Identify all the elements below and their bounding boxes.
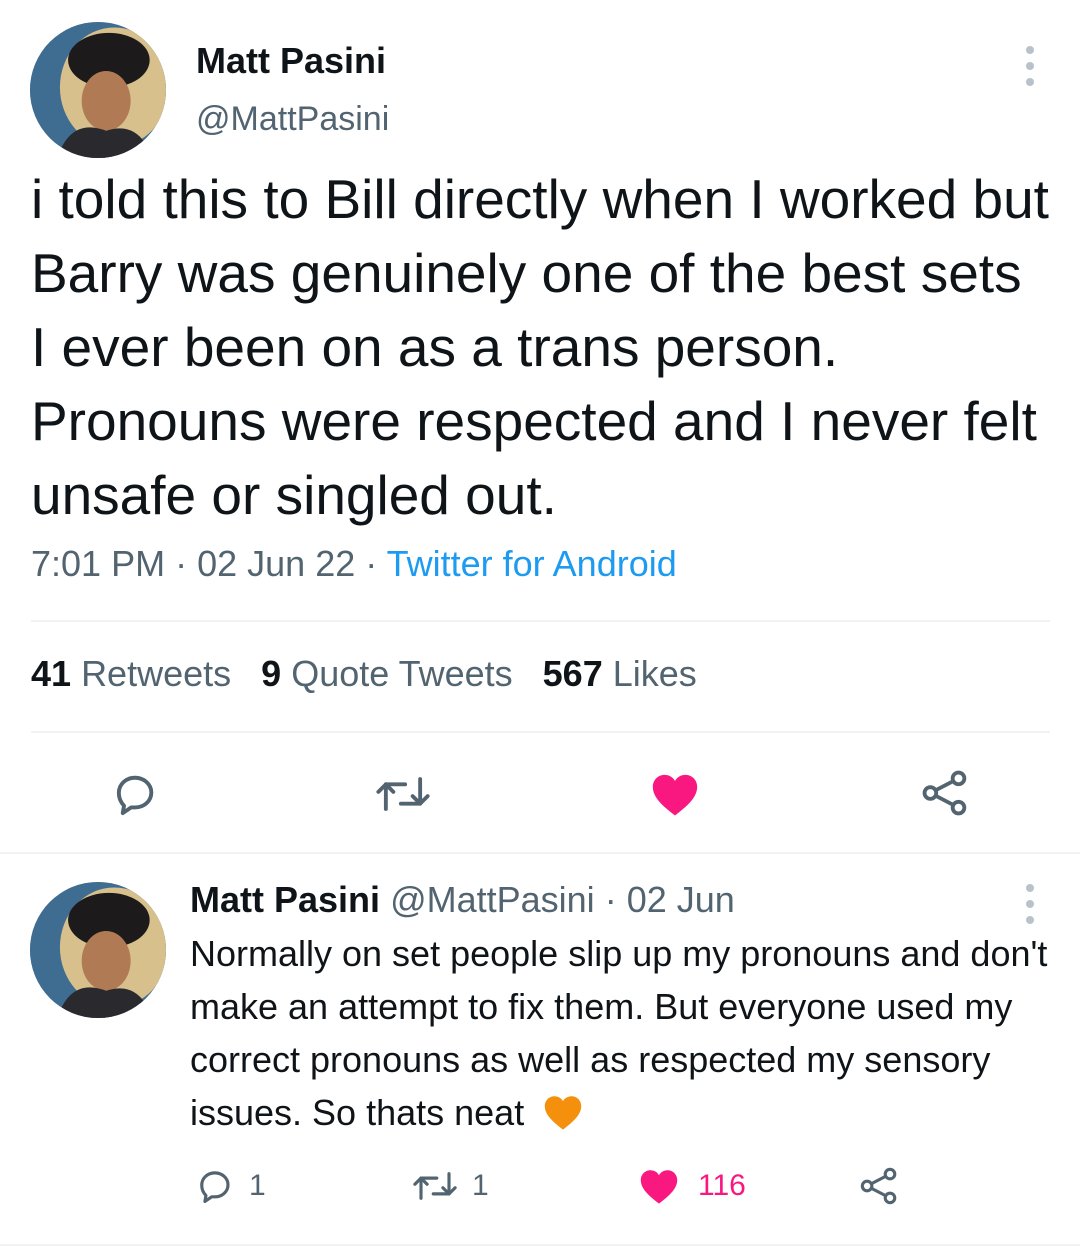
reply-retweet-button[interactable]: 1	[410, 1164, 510, 1208]
like-button[interactable]	[647, 766, 703, 822]
author-handle[interactable]: @MattPasini	[196, 100, 389, 139]
retweet-icon	[413, 1172, 457, 1200]
avatar-image	[30, 882, 166, 1018]
tweet-date: 02 Jun 22	[197, 543, 356, 584]
reply-text-content: Normally on set people slip up my pronou…	[190, 933, 1048, 1133]
meta-separator: ·	[604, 879, 617, 920]
reply-share-button[interactable]	[857, 1164, 901, 1208]
retweets-count: 41	[31, 653, 72, 694]
reply-header: Matt Pasini @MattPasini · 02 Jun	[190, 879, 735, 921]
likes-count: 567	[542, 653, 603, 694]
reply-like-button[interactable]: 116	[636, 1162, 776, 1210]
reply-author-name[interactable]: Matt Pasini	[190, 879, 380, 920]
likes-stat[interactable]: 567 Likes	[543, 653, 697, 694]
tweet-meta: 7:01 PM · 02 Jun 22 · Twitter for Androi…	[31, 543, 677, 585]
quotes-label: Quote Tweets	[291, 653, 513, 694]
orange-heart-icon	[545, 1096, 582, 1130]
share-icon	[860, 1167, 897, 1205]
likes-label: Likes	[612, 653, 697, 694]
tweet-stats: 41 Retweets 9 Quote Tweets 567 Likes	[31, 653, 697, 695]
reply-author-handle[interactable]: @MattPasini	[390, 879, 595, 920]
more-options-icon[interactable]	[1019, 46, 1041, 86]
reply-count: 1	[249, 1169, 266, 1202]
retweet-button[interactable]	[373, 768, 433, 820]
tweet-time: 7:01 PM	[31, 543, 166, 584]
divider-top	[31, 620, 1050, 622]
heart-filled-icon	[652, 774, 698, 816]
share-button[interactable]	[918, 766, 972, 820]
heart-filled-icon	[640, 1170, 678, 1204]
retweets-stat[interactable]: 41 Retweets	[31, 653, 231, 694]
retweet-icon	[376, 777, 430, 811]
meta-separator: ·	[365, 543, 378, 584]
reply-avatar[interactable]	[30, 882, 166, 1018]
reply-button[interactable]	[108, 768, 160, 820]
like-count: 116	[698, 1169, 746, 1202]
retweet-count: 1	[472, 1169, 489, 1202]
reply-text: Normally on set people slip up my pronou…	[190, 927, 1070, 1139]
reply-reply-button[interactable]: 1	[193, 1164, 293, 1208]
avatar-image	[30, 22, 166, 158]
reply-more-options-icon[interactable]	[1019, 884, 1041, 924]
divider-bottom	[0, 1244, 1080, 1246]
reply-icon	[200, 1171, 230, 1203]
tweet-source-link[interactable]: Twitter for Android	[387, 543, 677, 584]
meta-separator: ·	[175, 543, 188, 584]
divider-thread	[0, 852, 1080, 854]
tweet-text: i told this to Bill directly when I work…	[31, 168, 1049, 526]
divider-stats	[31, 731, 1050, 733]
reply-icon	[116, 775, 154, 816]
retweets-label: Retweets	[81, 653, 232, 694]
main-avatar[interactable]	[30, 22, 166, 158]
quotes-stat[interactable]: 9 Quote Tweets	[261, 653, 513, 694]
author-name[interactable]: Matt Pasini	[196, 40, 386, 82]
quotes-count: 9	[261, 653, 282, 694]
reply-date[interactable]: 02 Jun	[627, 879, 735, 920]
share-icon	[922, 770, 967, 816]
